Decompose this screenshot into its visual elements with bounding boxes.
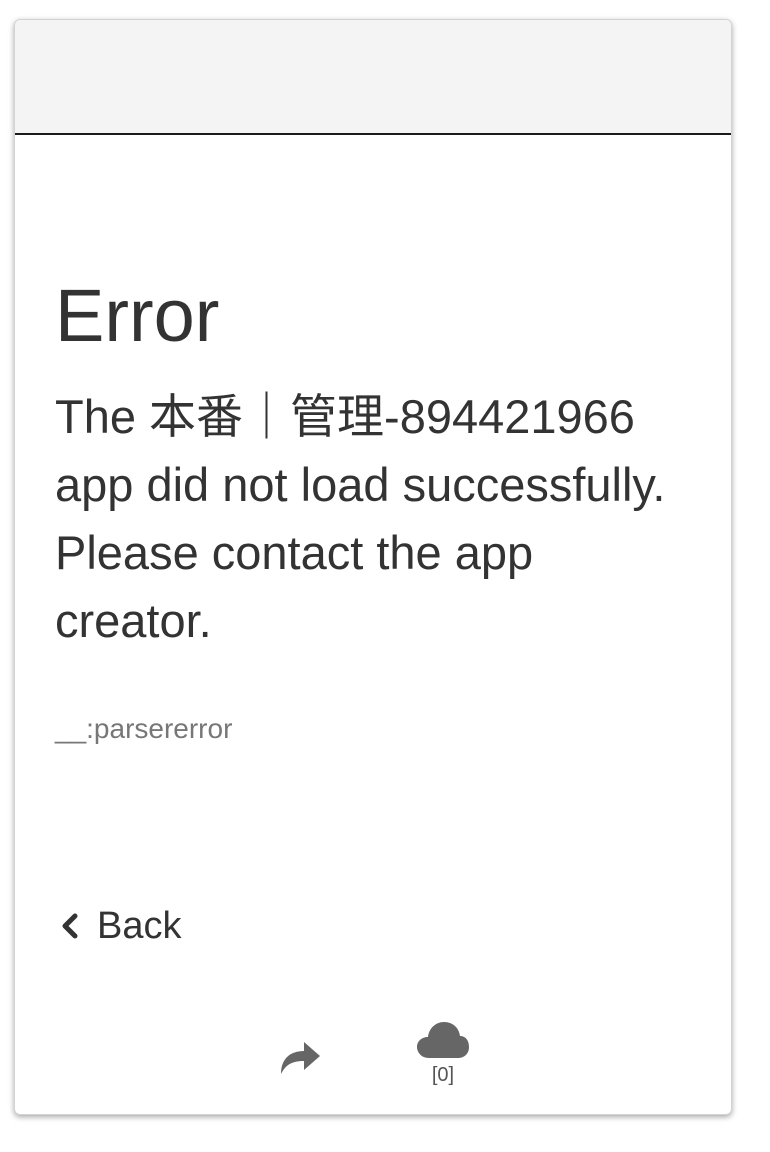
back-label: Back — [97, 905, 182, 947]
cloud-icon — [417, 1022, 469, 1058]
app-header — [15, 20, 731, 135]
footer-toolbar: [0] — [15, 1014, 731, 1104]
back-button[interactable]: Back — [55, 906, 181, 946]
cloud-count-badge: [0] — [431, 1064, 455, 1086]
error-title: Error — [55, 274, 220, 357]
cloud-sync-button[interactable]: [0] — [413, 1020, 473, 1100]
error-message: The 本番｜管理-894421966 app did not load suc… — [55, 390, 666, 647]
error-card: Error The 本番｜管理-894421966 app did not lo… — [14, 19, 732, 1115]
chevron-left-icon — [62, 913, 78, 939]
error-detail: __:parsererror — [55, 713, 233, 744]
share-forward-icon[interactable] — [277, 1036, 323, 1076]
